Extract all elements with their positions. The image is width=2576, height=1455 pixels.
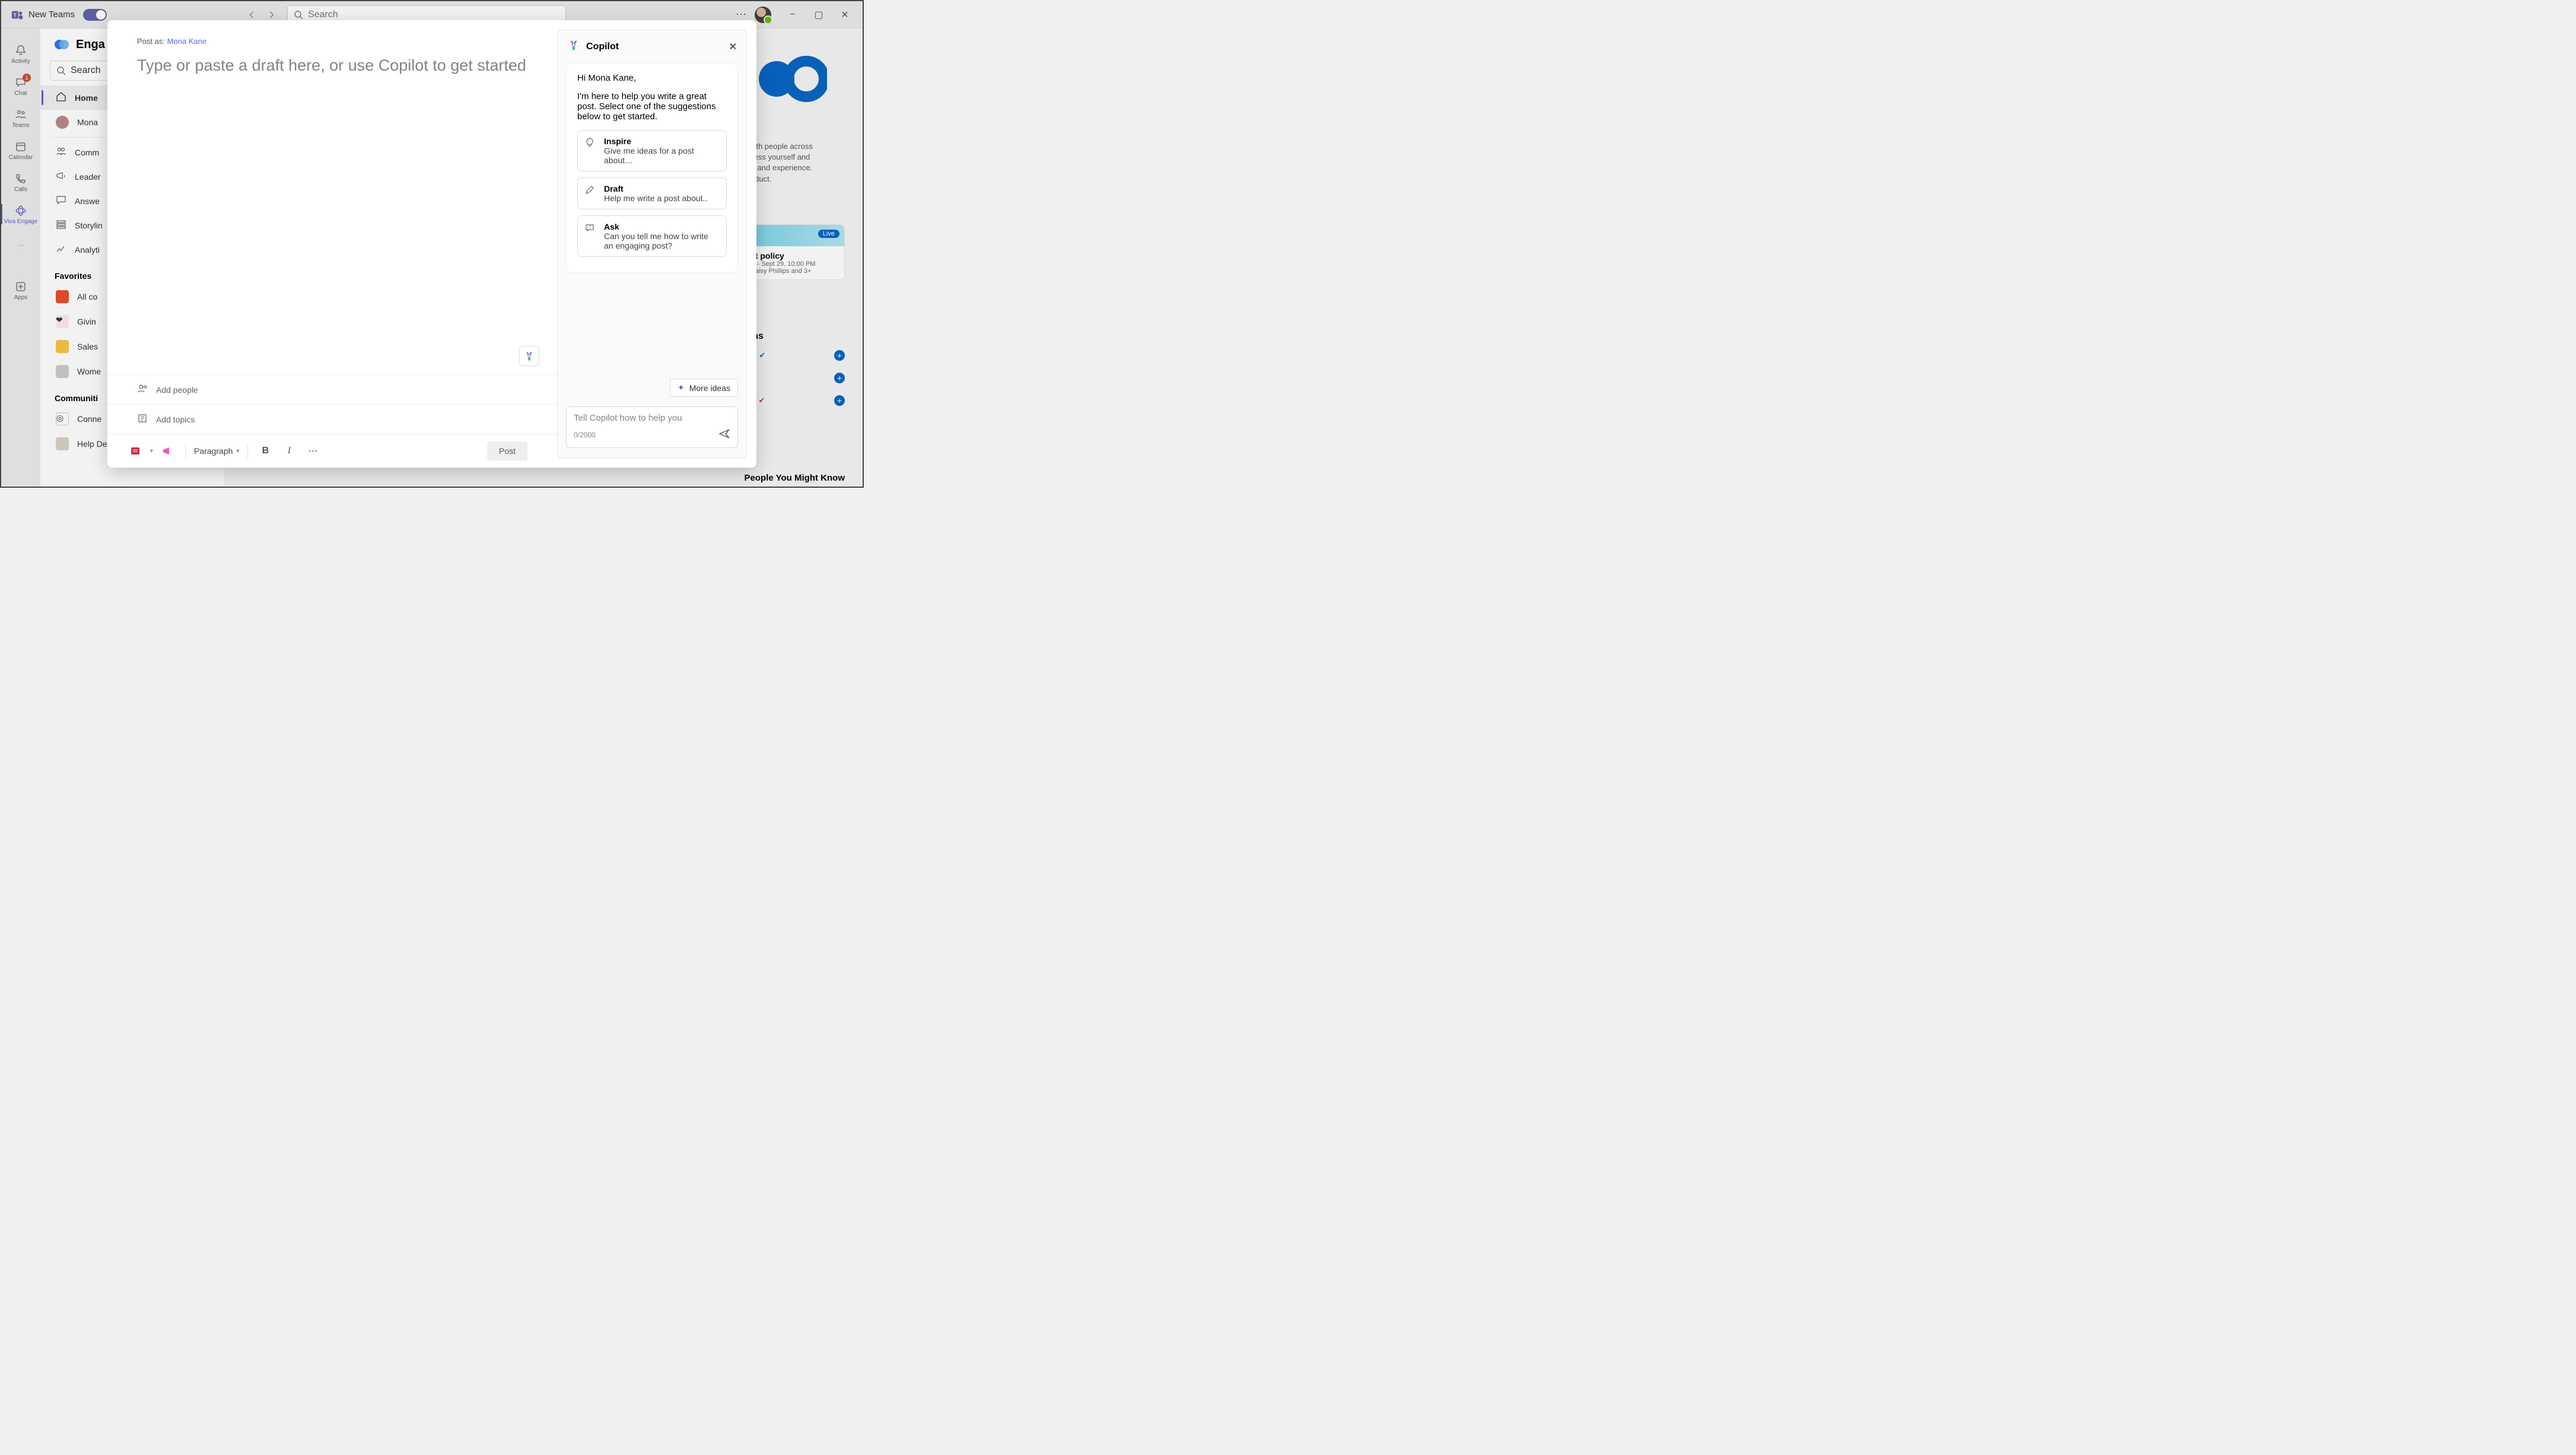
announcement-button[interactable] <box>159 442 177 460</box>
add-topics-icon <box>137 413 148 425</box>
post-as-label: Post as: <box>137 37 165 46</box>
copilot-char-counter: 0/2000 <box>574 431 596 439</box>
italic-button[interactable]: I <box>280 442 298 460</box>
paragraph-style-dropdown[interactable]: Paragraph ▾ <box>194 446 239 456</box>
chat-question-icon: ? <box>585 223 594 236</box>
post-button[interactable]: Post <box>487 441 527 460</box>
bold-button[interactable]: B <box>256 442 274 460</box>
pencil-icon <box>585 185 594 198</box>
copilot-suggestion-inspire[interactable]: Inspire Give me ideas for a post about… <box>577 130 727 171</box>
chevron-down-icon: ▾ <box>236 448 239 455</box>
editor-placeholder: Type or paste a draft here, or use Copil… <box>137 56 526 74</box>
copilot-intro: I'm here to help you write a great post.… <box>577 91 727 122</box>
compose-post-modal: Post as: Mona Kane Type or paste a draft… <box>107 20 756 468</box>
copilot-greeting: Hi Mona Kane, <box>577 73 727 83</box>
copilot-suggestion-draft[interactable]: Draft Help me write a post about.. <box>577 177 727 209</box>
send-icon[interactable] <box>718 428 730 441</box>
copilot-icon <box>523 350 535 362</box>
more-ideas-button[interactable]: ✦ More ideas <box>670 379 738 397</box>
copilot-input[interactable]: Tell Copilot how to help you 0/2000 <box>566 406 738 448</box>
post-body-editor[interactable]: Type or paste a draft here, or use Copil… <box>107 56 557 374</box>
more-formatting-button[interactable]: ⋯ <box>304 442 322 460</box>
copilot-panel: Copilot ✕ Hi Mona Kane, I'm here to help… <box>557 30 747 458</box>
compose-pane: Post as: Mona Kane Type or paste a draft… <box>107 20 557 468</box>
editor-toolbar: ▾ Paragraph ▾ B I ⋯ Post <box>107 434 557 468</box>
sparkle-icon: ✦ <box>678 383 685 393</box>
add-topics-row[interactable]: Add topics <box>107 404 557 434</box>
copilot-toggle-button[interactable] <box>519 346 539 366</box>
copilot-icon <box>567 39 580 55</box>
post-as-user-link[interactable]: Mona Kane <box>167 37 207 46</box>
chevron-down-icon[interactable]: ▾ <box>150 448 153 455</box>
lightbulb-icon <box>585 138 594 150</box>
copilot-title: Copilot <box>586 42 619 52</box>
add-people-icon <box>137 383 148 396</box>
copilot-welcome-card: Hi Mona Kane, I'm here to help you write… <box>566 63 738 273</box>
copilot-input-placeholder: Tell Copilot how to help you <box>574 413 730 423</box>
svg-text:?: ? <box>589 226 591 230</box>
copilot-suggestion-ask[interactable]: ? Ask Can you tell me how to write an en… <box>577 215 727 257</box>
post-type-button[interactable] <box>126 442 144 460</box>
copilot-close-button[interactable]: ✕ <box>729 41 737 53</box>
modal-overlay: Post as: Mona Kane Type or paste a draft… <box>1 1 863 487</box>
add-people-row[interactable]: Add people <box>107 374 557 404</box>
